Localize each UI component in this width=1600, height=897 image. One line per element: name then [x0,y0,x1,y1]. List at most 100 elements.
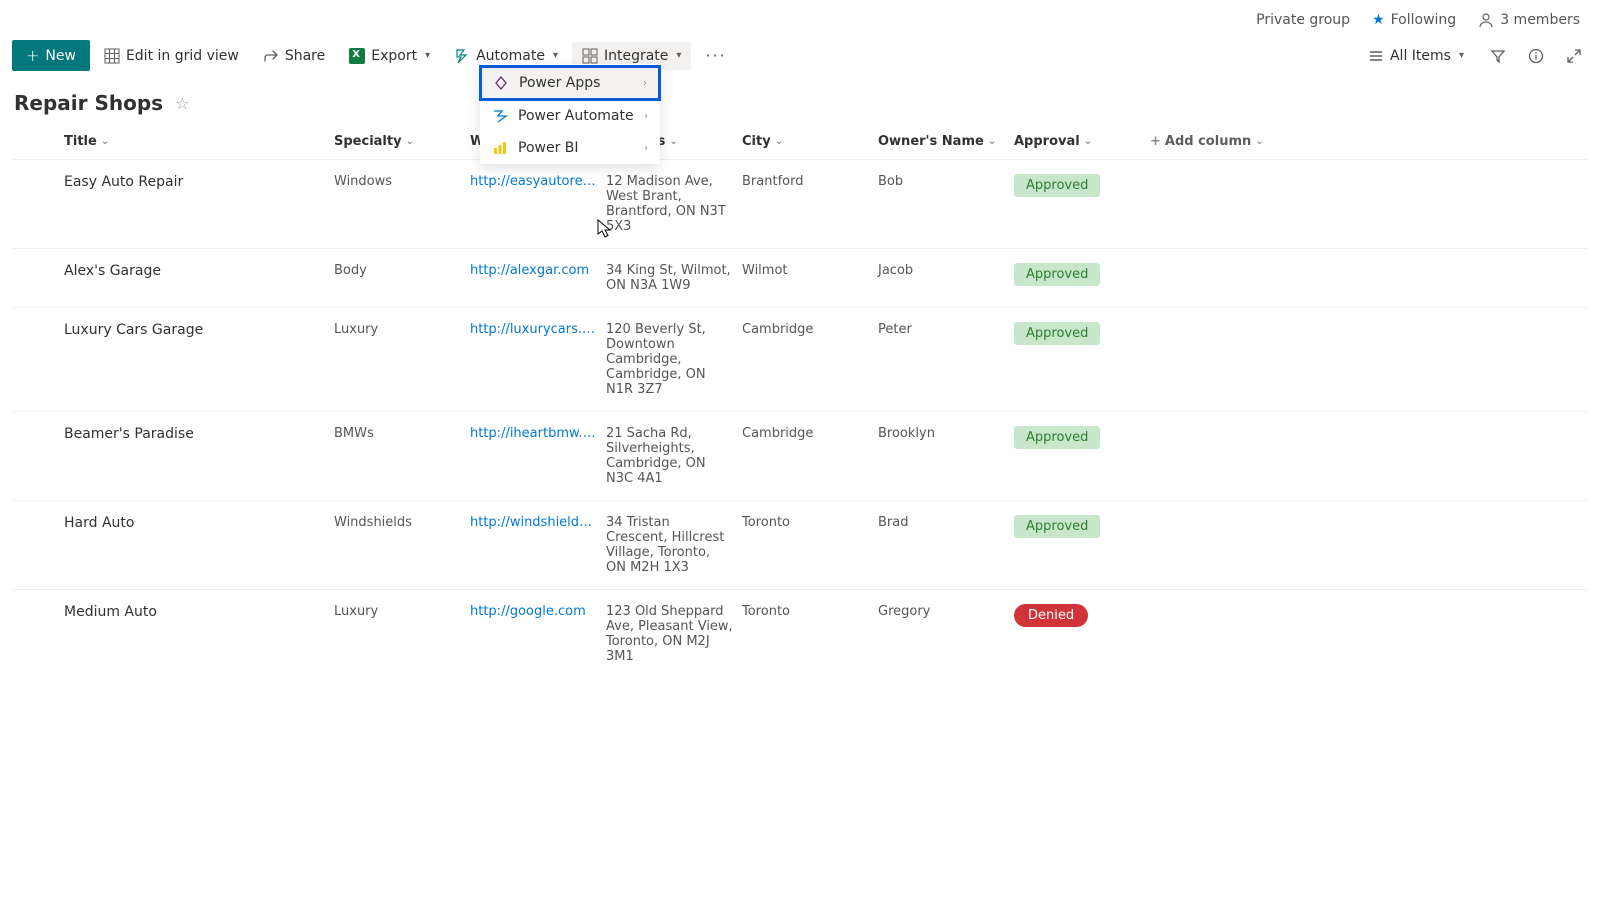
chevron-down-icon: ⌄ [101,136,109,147]
cell-owner: Peter [878,322,1014,337]
menu-power-bi-label: Power BI [518,140,579,156]
expand-icon [1566,48,1582,64]
cell-city: Brantford [742,174,878,189]
cell-website: http://alexgar.com [470,263,606,282]
list-title-row: Repair Shops ☆ [0,79,1600,123]
cell-title[interactable]: Hard Auto [64,515,334,531]
cell-title[interactable]: Beamer's Paradise [64,426,334,442]
power-automate-icon [492,108,508,124]
menu-power-bi[interactable]: Power BI › [480,132,660,164]
cell-address: 21 Sacha Rd, Silverheights, Cambridge, O… [606,426,742,486]
cell-title[interactable]: Alex's Garage [64,263,334,279]
chevron-right-icon: › [643,78,647,89]
table-row[interactable]: Easy Auto RepairWindowshttp://easyautore… [12,159,1588,248]
export-label: Export [371,48,417,64]
cell-address: 120 Beverly St, Downtown Cambridge, Camb… [606,322,742,397]
grid-icon [104,48,120,64]
col-city[interactable]: City⌄ [742,134,878,149]
approval-badge: Approved [1014,515,1100,538]
following-label: Following [1391,12,1457,28]
integrate-dropdown: Power Apps › Power Automate › Power BI › [480,64,660,164]
list-title: Repair Shops [14,91,163,115]
website-link[interactable]: http://alexgar.com [470,263,589,278]
list-grid: Title⌄ Specialty⌄ Website⌄ Address⌄ City… [0,123,1600,678]
menu-power-apps[interactable]: Power Apps › [479,65,661,101]
cell-specialty: BMWs [334,426,470,441]
cell-owner: Bob [878,174,1014,189]
approval-badge: Approved [1014,174,1100,197]
site-info-bar: Private group ★ Following 3 members [0,0,1600,36]
new-button[interactable]: + New [12,40,90,71]
cell-specialty: Windshields [334,515,470,530]
cell-website: http://google.com [470,604,606,623]
chevron-down-icon: ⌄ [775,136,783,147]
cell-title[interactable]: Luxury Cars Garage [64,322,334,338]
view-selector[interactable]: All Items ▾ [1358,42,1474,70]
person-icon [1478,12,1494,28]
chevron-down-icon: ⌄ [1255,136,1263,147]
approval-badge: Approved [1014,322,1100,345]
table-row[interactable]: Alex's GarageBodyhttp://alexgar.com34 Ki… [12,248,1588,307]
info-icon [1528,48,1544,64]
edit-grid-button[interactable]: Edit in grid view [94,42,249,70]
cell-website: http://windshieldharda... [470,515,606,534]
cell-city: Toronto [742,515,878,530]
menu-power-automate[interactable]: Power Automate › [480,100,660,132]
website-link[interactable]: http://windshieldharda... [470,515,600,530]
approval-badge: Denied [1014,604,1088,627]
cell-approval: Denied [1014,604,1150,627]
chevron-down-icon: ▾ [676,50,681,61]
share-label: Share [285,48,325,64]
cell-city: Wilmot [742,263,878,278]
menu-power-automate-label: Power Automate [518,108,634,124]
cell-website: http://iheartbmw.com [470,426,606,445]
cell-title[interactable]: Easy Auto Repair [64,174,334,190]
chevron-right-icon: › [644,143,648,154]
cell-owner: Brad [878,515,1014,530]
automate-icon [454,48,470,64]
table-row[interactable]: Beamer's ParadiseBMWshttp://iheartbmw.co… [12,411,1588,500]
col-approval[interactable]: Approval⌄ [1014,134,1150,149]
table-row[interactable]: Luxury Cars GarageLuxuryhttp://luxurycar… [12,307,1588,411]
col-specialty[interactable]: Specialty⌄ [334,134,470,149]
export-button[interactable]: Export ▾ [339,42,440,70]
more-actions-button[interactable]: ··· [695,40,736,71]
plus-icon: + [1150,134,1161,149]
share-button[interactable]: Share [253,42,335,70]
group-privacy: Private group [1256,12,1350,28]
website-link[interactable]: http://luxurycars.com [470,322,600,337]
website-link[interactable]: http://iheartbmw.com [470,426,600,441]
col-title[interactable]: Title⌄ [64,134,334,149]
cell-city: Cambridge [742,426,878,441]
cell-specialty: Luxury [334,322,470,337]
info-button[interactable] [1522,42,1550,70]
chevron-down-icon: ⌄ [669,136,677,147]
cell-approval: Approved [1014,515,1150,538]
website-link[interactable]: http://google.com [470,604,586,619]
chevron-down-icon: ⌄ [988,136,996,147]
cell-approval: Approved [1014,263,1150,286]
add-column-button[interactable]: +Add column⌄ [1150,134,1300,149]
members-label: 3 members [1500,12,1580,28]
cell-approval: Approved [1014,426,1150,449]
cell-approval: Approved [1014,322,1150,345]
automate-label: Automate [476,48,545,64]
filter-button[interactable] [1484,42,1512,70]
new-label: New [45,48,76,64]
col-owner[interactable]: Owner's Name⌄ [878,134,1014,149]
cell-address: 34 Tristan Crescent, Hillcrest Village, … [606,515,742,575]
cell-approval: Approved [1014,174,1150,197]
integrate-icon [582,48,598,64]
following-toggle[interactable]: ★ Following [1372,12,1456,28]
filter-icon [1490,48,1506,64]
chevron-down-icon: ▾ [1459,50,1464,61]
members-link[interactable]: 3 members [1478,12,1580,28]
favorite-toggle[interactable]: ☆ [175,94,189,113]
table-row[interactable]: Medium AutoLuxuryhttp://google.com123 Ol… [12,589,1588,678]
table-row[interactable]: Hard AutoWindshieldshttp://windshieldhar… [12,500,1588,589]
cell-title[interactable]: Medium Auto [64,604,334,620]
power-bi-icon [492,140,508,156]
expand-button[interactable] [1560,42,1588,70]
website-link[interactable]: http://easyautorepair.c... [470,174,600,189]
command-bar: + New Edit in grid view Share Export ▾ A… [0,36,1600,79]
